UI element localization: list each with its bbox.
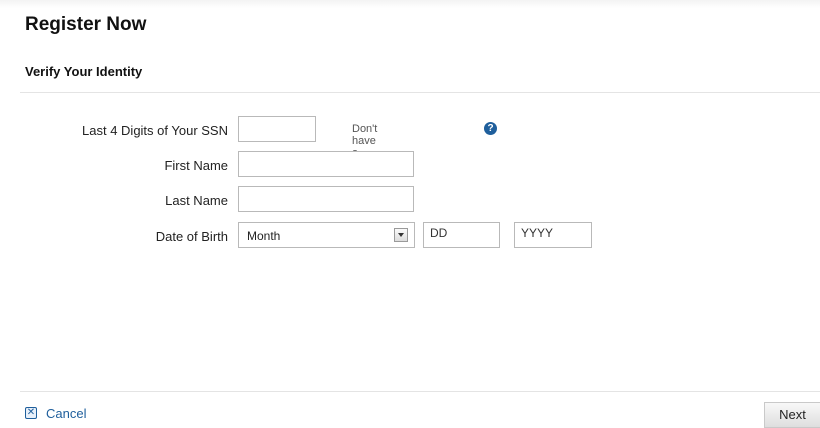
question-circle-icon[interactable]: ? (484, 122, 497, 135)
dob-day-input[interactable]: DD (423, 222, 500, 248)
ssn-last4-input[interactable] (238, 116, 316, 142)
top-strip (0, 0, 820, 8)
header-divider (20, 92, 820, 93)
footer-divider (20, 391, 820, 392)
dob-year-input[interactable]: YYYY (514, 222, 592, 248)
ssn-label: Last 4 Digits of Your SSN (82, 123, 228, 138)
first-name-label: First Name (164, 158, 228, 173)
cancel-link[interactable]: ✕ Cancel (25, 404, 86, 422)
section-title: Verify Your Identity (25, 64, 143, 79)
first-name-input[interactable] (238, 151, 414, 177)
last-name-input[interactable] (238, 186, 414, 212)
cancel-label: Cancel (46, 405, 87, 421)
page-title: Register Now (25, 14, 147, 35)
last-name-label: Last Name (165, 193, 228, 208)
dob-month-select[interactable]: Month (238, 222, 415, 248)
dob-year-placeholder: YYYY (521, 226, 554, 240)
close-box-icon: ✕ (25, 407, 37, 419)
chevron-down-icon[interactable] (394, 228, 408, 242)
dob-label: Date of Birth (155, 229, 228, 244)
next-button[interactable]: Next (764, 402, 820, 428)
dob-day-placeholder: DD (430, 226, 448, 240)
dob-month-value: Month (247, 229, 281, 243)
